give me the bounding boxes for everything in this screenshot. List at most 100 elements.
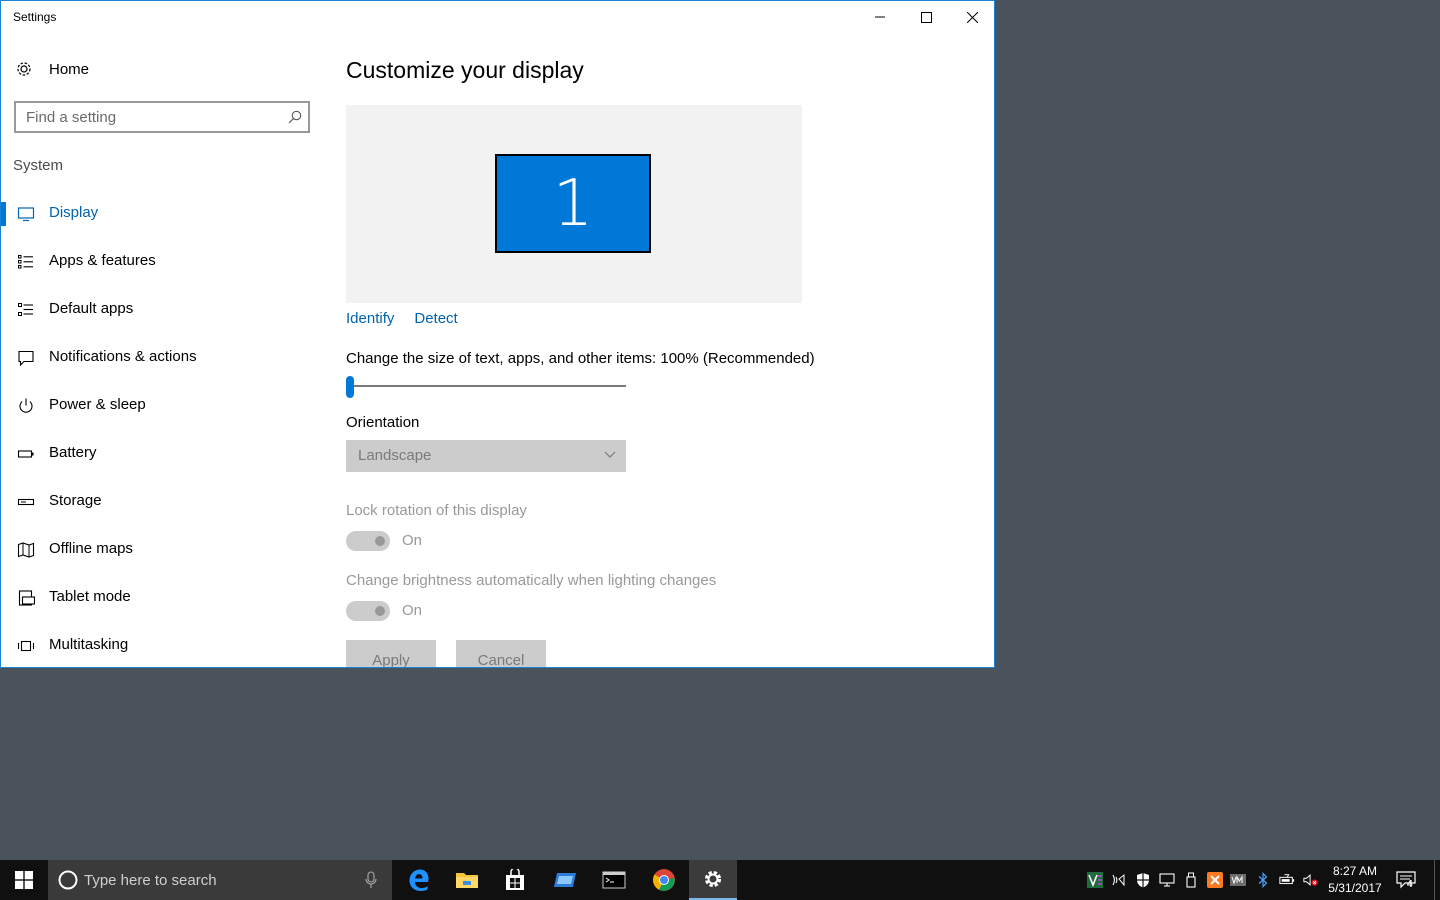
home-label: Home xyxy=(49,60,90,78)
sidebar-item-notifications[interactable]: Notifications & actions xyxy=(1,334,323,382)
windows-logo-icon xyxy=(15,871,33,889)
orientation-dropdown[interactable]: Landscape xyxy=(346,440,626,472)
slider-thumb[interactable] xyxy=(346,376,354,398)
taskbar-search-box[interactable]: Type here to search xyxy=(48,860,392,900)
action-center-button[interactable]: 4 xyxy=(1396,870,1420,892)
identify-link[interactable]: Identify xyxy=(346,310,394,327)
taskbar-store[interactable] xyxy=(491,860,539,900)
battery-charging-icon xyxy=(1279,874,1295,885)
vs-app-icon xyxy=(1087,872,1103,888)
display-arrangement-area: 1 xyxy=(346,105,802,303)
brightness-toggle[interactable] xyxy=(346,601,390,621)
maximize-button[interactable] xyxy=(903,1,949,33)
start-button[interactable] xyxy=(0,860,48,900)
sidebar-item-label: Storage xyxy=(49,492,102,509)
title-bar[interactable]: Settings xyxy=(1,1,994,33)
lock-rotation-toggle[interactable] xyxy=(346,531,390,551)
taskbar-file-explorer[interactable] xyxy=(443,860,491,900)
store-icon xyxy=(506,869,524,890)
main-content: Customize your display 1 Identify Detect … xyxy=(346,33,986,667)
sidebar-item-battery[interactable]: Battery xyxy=(1,430,323,478)
cancel-button[interactable]: Cancel xyxy=(456,640,546,667)
volume-muted-icon xyxy=(1303,874,1318,886)
sidebar-item-offline-maps[interactable]: Offline maps xyxy=(1,526,323,574)
sidebar-item-default-apps[interactable]: Default apps xyxy=(1,286,323,334)
slider-track xyxy=(346,385,626,387)
network-icon xyxy=(1159,873,1175,887)
taskbar: Type here to search 8:27 AM 5/31/2017 4 xyxy=(0,860,1440,900)
section-title: System xyxy=(13,157,64,174)
tray-signal-icon[interactable] xyxy=(1111,872,1127,888)
chevron-down-icon xyxy=(604,451,616,458)
search-icon[interactable] xyxy=(288,110,302,124)
search-input[interactable] xyxy=(16,103,276,131)
sidebar-item-label: Tablet mode xyxy=(49,588,131,605)
terminal-icon xyxy=(602,871,626,889)
tray-vs-icon[interactable] xyxy=(1087,872,1103,888)
detect-link[interactable]: Detect xyxy=(414,310,457,327)
sidebar-item-label: Display xyxy=(49,204,99,221)
apply-button[interactable]: Apply xyxy=(346,640,436,667)
taskbar-search-placeholder: Type here to search xyxy=(84,872,217,889)
sidebar-item-label: Multitasking xyxy=(49,636,129,653)
chrome-icon xyxy=(653,869,675,891)
microphone-icon[interactable] xyxy=(364,871,378,889)
storage-icon xyxy=(17,498,35,506)
file-explorer-icon xyxy=(456,873,478,888)
settings-window: Settings Home System xyxy=(0,0,995,668)
show-desktop-button[interactable] xyxy=(1434,860,1435,900)
clock-time: 8:27 AM xyxy=(1332,864,1378,878)
usb-drive-icon xyxy=(1186,872,1196,888)
map-icon xyxy=(17,542,35,558)
sidebar-item-storage[interactable]: Storage xyxy=(1,478,323,526)
close-icon xyxy=(966,11,978,23)
taskbar-settings[interactable] xyxy=(689,860,737,900)
scale-slider[interactable] xyxy=(346,376,626,400)
taskbar-chrome[interactable] xyxy=(640,860,688,900)
sidebar-item-tablet-mode[interactable]: Tablet mode xyxy=(1,574,323,622)
sidebar-item-display[interactable]: Display xyxy=(1,190,323,238)
lock-rotation-state: On xyxy=(402,532,423,549)
nav-list: Display Apps & features Default apps Not… xyxy=(1,190,323,670)
taskbar-remote-desktop[interactable] xyxy=(541,860,589,900)
sidebar-item-label: Notifications & actions xyxy=(49,348,197,365)
taskbar-terminal[interactable] xyxy=(590,860,638,900)
orientation-value: Landscape xyxy=(358,447,432,464)
orientation-label: Orientation xyxy=(346,414,420,431)
vmware-icon xyxy=(1230,874,1246,886)
sidebar-item-power-sleep[interactable]: Power & sleep xyxy=(1,382,323,430)
sidebar-item-label: Offline maps xyxy=(49,540,133,557)
multitasking-icon xyxy=(17,640,35,652)
close-button[interactable] xyxy=(949,1,995,33)
sidebar-item-apps-features[interactable]: Apps & features xyxy=(1,238,323,286)
tray-defender-icon[interactable] xyxy=(1135,872,1151,888)
xampp-icon xyxy=(1207,872,1223,888)
battery-icon xyxy=(17,450,34,458)
taskbar-edge[interactable] xyxy=(395,860,443,900)
display-1-tile[interactable]: 1 xyxy=(495,154,651,253)
power-icon xyxy=(19,398,33,413)
maximize-icon xyxy=(920,11,932,23)
tray-usb-icon[interactable] xyxy=(1183,872,1199,888)
minimize-button[interactable] xyxy=(857,1,903,33)
tray-power-icon[interactable] xyxy=(1279,872,1295,888)
brightness-state: On xyxy=(402,602,423,619)
scale-label: Change the size of text, apps, and other… xyxy=(346,350,815,367)
tray-volume-icon[interactable] xyxy=(1303,872,1319,888)
sidebar-item-label: Power & sleep xyxy=(49,396,146,413)
default-apps-icon xyxy=(18,303,33,316)
tray-bluetooth-icon[interactable] xyxy=(1255,872,1271,888)
remote-desktop-icon xyxy=(554,873,576,887)
sidebar-item-multitasking[interactable]: Multitasking xyxy=(1,622,323,670)
notification-count-badge: 4 xyxy=(1407,879,1413,890)
home-link[interactable]: Home xyxy=(15,57,89,81)
taskbar-clock[interactable]: 8:27 AM 5/31/2017 xyxy=(1322,863,1388,897)
bluetooth-icon xyxy=(1258,872,1268,888)
tray-xampp-icon[interactable] xyxy=(1207,872,1223,888)
sidebar-item-label: Default apps xyxy=(49,300,134,317)
gear-icon xyxy=(17,62,31,76)
settings-gear-icon xyxy=(704,870,722,888)
find-setting-search xyxy=(14,101,310,133)
tray-network-icon[interactable] xyxy=(1159,872,1175,888)
tray-vmware-icon[interactable] xyxy=(1230,872,1246,888)
